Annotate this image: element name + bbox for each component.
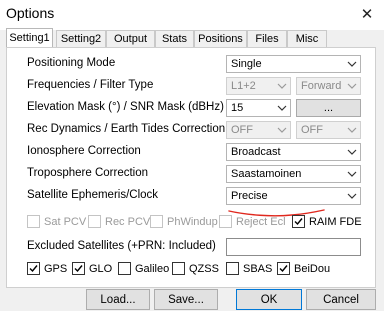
chevron-down-icon xyxy=(347,169,357,179)
chevron-down-icon xyxy=(277,125,287,135)
save-button[interactable]: Save... xyxy=(154,289,218,310)
raim-fde-checkbox[interactable]: RAIM FDE xyxy=(292,215,362,228)
sat-pcv-checkbox[interactable]: Sat PCV xyxy=(27,215,86,228)
tab-positions[interactable]: Positions xyxy=(194,30,247,47)
ephemeris-value: Precise xyxy=(231,190,268,202)
reject-ecl-label: Reject Ecl xyxy=(236,215,286,228)
sbas-checkbox[interactable]: SBAS xyxy=(226,262,272,275)
tab-output[interactable]: Output xyxy=(106,30,155,47)
chevron-down-icon xyxy=(347,59,357,69)
ionosphere-select[interactable]: Broadcast xyxy=(226,143,361,161)
earth-tides-value: OFF xyxy=(301,124,323,136)
chevron-down-icon xyxy=(277,103,287,113)
elevation-mask-value: 15 xyxy=(231,102,244,114)
rec-dynamics-label: Rec Dynamics / Earth Tides Correction xyxy=(27,123,226,135)
gps-label: GPS xyxy=(44,262,68,275)
tab-stats[interactable]: Stats xyxy=(155,30,194,47)
options-dialog: Setting1 Setting2 Output Stats Positions… xyxy=(0,28,384,311)
load-button[interactable]: Load... xyxy=(86,289,150,310)
ephemeris-label: Satellite Ephemeris/Clock xyxy=(27,189,159,201)
rec-dynamics-value: OFF xyxy=(231,124,253,136)
rec-pcv-checkbox[interactable]: Rec PCV xyxy=(88,215,150,228)
settings-panel: Positioning Mode Single Frequencies / Fi… xyxy=(6,47,376,288)
positioning-mode-label: Positioning Mode xyxy=(27,57,116,69)
checkbox-icon xyxy=(226,262,239,275)
checkbox-icon xyxy=(150,215,163,228)
chevron-down-icon xyxy=(347,147,357,157)
cancel-button[interactable]: Cancel xyxy=(306,289,376,310)
filter-type-select[interactable]: Forward xyxy=(296,77,361,95)
troposphere-label: Troposphere Correction xyxy=(27,167,149,179)
window-title: Options xyxy=(6,5,55,21)
tab-files[interactable]: Files xyxy=(247,30,287,47)
troposphere-value: Saastamoinen xyxy=(231,168,302,180)
troposphere-select[interactable]: Saastamoinen xyxy=(226,165,361,183)
checkbox-icon xyxy=(172,262,185,275)
phwindup-checkbox[interactable]: PhWindup xyxy=(150,215,218,228)
reject-ecl-checkbox[interactable]: Reject Ecl xyxy=(219,215,286,228)
galileo-label: Galileo xyxy=(135,262,170,275)
rec-dynamics-select[interactable]: OFF xyxy=(226,121,291,139)
title-bar: Options ✕ xyxy=(0,0,384,30)
ionosphere-value: Broadcast xyxy=(231,146,281,158)
earth-tides-select[interactable]: OFF xyxy=(296,121,361,139)
tab-setting1[interactable]: Setting1 xyxy=(6,28,53,47)
raim-fde-label: RAIM FDE xyxy=(309,215,362,228)
checkbox-icon xyxy=(88,215,101,228)
galileo-checkbox[interactable]: Galileo xyxy=(118,262,169,275)
frequencies-label: Frequencies / Filter Type xyxy=(27,79,154,91)
beidou-checkbox[interactable]: BeiDou xyxy=(277,262,330,275)
ionosphere-label: Ionosphere Correction xyxy=(27,145,141,157)
checkbox-icon xyxy=(118,262,131,275)
ephemeris-select[interactable]: Precise xyxy=(226,187,361,205)
close-icon[interactable]: ✕ xyxy=(350,0,384,28)
chevron-down-icon xyxy=(347,81,357,91)
tab-misc[interactable]: Misc xyxy=(287,30,327,47)
qzss-checkbox[interactable]: QZSS xyxy=(172,262,219,275)
filter-type-value: Forward xyxy=(301,80,342,92)
rec-pcv-label: Rec PCV xyxy=(105,215,151,228)
checkbox-icon xyxy=(219,215,232,228)
glo-checkbox[interactable]: GLO xyxy=(72,262,112,275)
positioning-mode-select[interactable]: Single xyxy=(226,55,361,73)
gps-checkbox[interactable]: GPS xyxy=(27,262,67,275)
chevron-down-icon xyxy=(277,81,287,91)
phwindup-label: PhWindup xyxy=(167,215,218,228)
ok-button[interactable]: OK xyxy=(236,289,302,310)
snr-mask-button[interactable]: ... xyxy=(296,99,361,117)
checkbox-icon xyxy=(27,215,40,228)
chevron-down-icon xyxy=(347,191,357,201)
glo-label: GLO xyxy=(89,262,113,275)
elevation-mask-label: Elevation Mask (°) / SNR Mask (dBHz) xyxy=(27,101,224,113)
sat-pcv-label: Sat PCV xyxy=(44,215,87,228)
frequency-select[interactable]: L1+2 xyxy=(226,77,291,95)
elevation-mask-select[interactable]: 15 xyxy=(226,99,291,117)
chevron-down-icon xyxy=(347,125,357,135)
qzss-label: QZSS xyxy=(189,262,219,275)
beidou-label: BeiDou xyxy=(294,262,331,275)
excluded-satellites-label: Excluded Satellites (+PRN: Included) xyxy=(27,240,216,252)
check-icon xyxy=(277,262,290,275)
excluded-satellites-input[interactable] xyxy=(226,238,361,256)
sbas-label: SBAS xyxy=(243,262,273,275)
tab-setting2[interactable]: Setting2 xyxy=(56,30,106,47)
frequency-value: L1+2 xyxy=(231,80,256,92)
check-icon xyxy=(292,215,305,228)
positioning-mode-value: Single xyxy=(231,58,262,70)
check-icon xyxy=(27,262,40,275)
check-icon xyxy=(72,262,85,275)
